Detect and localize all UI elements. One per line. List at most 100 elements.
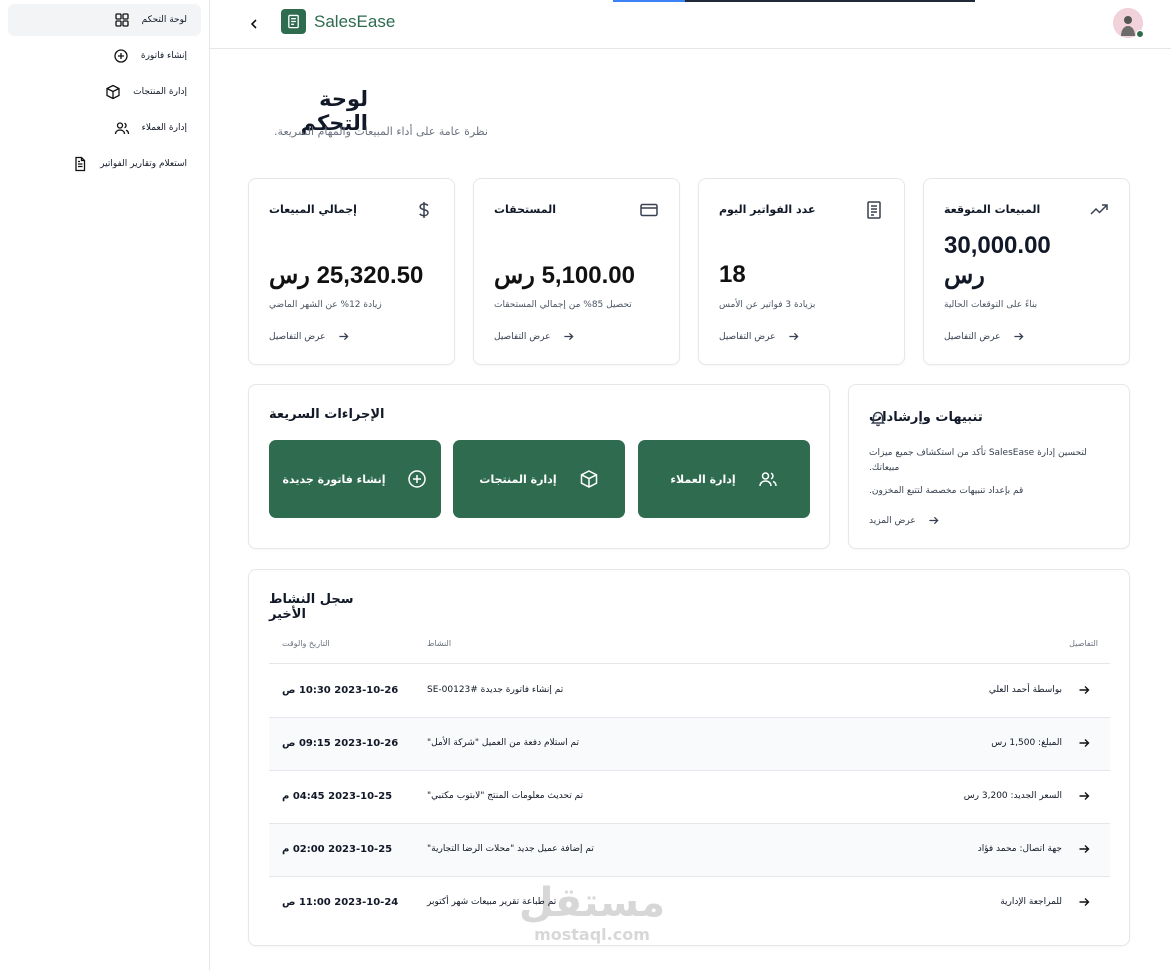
- bell-icon: [870, 411, 886, 427]
- table-row[interactable]: 2023-10-26 10:30 ص تم إنشاء فاتورة جديدة…: [269, 665, 1110, 718]
- column-header-date: التاريخ والوقت: [282, 639, 330, 648]
- users-icon: [758, 472, 777, 487]
- logo-document-icon: [281, 9, 306, 34]
- arrow-right-icon: [788, 332, 799, 341]
- activity-table-header: التاريخ والوقت النشاط التفاصيل: [269, 638, 1110, 664]
- table-row[interactable]: 2023-10-24 11:00 ص تم طباعة تقرير مبيعات…: [269, 877, 1110, 930]
- sidebar-item-products[interactable]: إدارة المنتجات: [8, 76, 201, 108]
- stat-note: بناءً على التوقعات الحالية: [944, 300, 1038, 310]
- table-row[interactable]: 2023-10-26 09:15 ص تم استلام دفعة من الع…: [269, 718, 1110, 771]
- row-activity: تم استلام دفعة من العميل "شركة الأمل": [427, 738, 579, 748]
- stat-card-receivables: المستحقات 5,100.00 رس تحصيل 85% من إجمال…: [473, 178, 680, 365]
- trending-up-icon: [1089, 200, 1109, 220]
- view-details-label: عرض التفاصيل: [494, 331, 551, 342]
- alerts-text-1: لتحسين إدارة SalesEase تأكد من استكشاف ج…: [869, 448, 1087, 458]
- create-invoice-label: إنشاء فاتورة جديدة: [282, 472, 386, 486]
- quick-actions-title: الإجراءات السريعة: [269, 407, 385, 422]
- watermark-subtext: mostaql.com: [534, 925, 650, 944]
- stat-value-number: 30,000.00: [944, 232, 1051, 259]
- top-bar: SalesEase: [210, 0, 1171, 49]
- view-more-link[interactable]: عرض المزيد: [869, 515, 939, 526]
- view-details-label: عرض التفاصيل: [944, 331, 1001, 342]
- row-details: السعر الجديد: 3,200 رس: [963, 791, 1062, 801]
- create-invoice-button[interactable]: إنشاء فاتورة جديدة: [269, 440, 441, 518]
- row-details: للمراجعة الإدارية: [1000, 897, 1062, 907]
- stat-note: بزيادة 3 فواتير عن الأمس: [719, 300, 816, 310]
- stat-title: المبيعات المتوقعة: [944, 203, 1041, 216]
- view-details-link[interactable]: عرض التفاصيل: [494, 331, 574, 342]
- row-details: بواسطة أحمد العلي: [988, 685, 1062, 695]
- alerts-text-2: مبيعاتك.: [869, 463, 900, 473]
- stat-card-invoices-today: عدد الفواتير اليوم 18 بزيادة 3 فواتير عن…: [698, 178, 905, 365]
- main-content: لوحة التحكم نظرة عامة على أداء المبيعات …: [210, 49, 1171, 970]
- chevron-left-icon: [250, 19, 257, 29]
- back-button[interactable]: [242, 12, 266, 36]
- stat-card-expected-sales: المبيعات المتوقعة 30,000.00 رس بناءً على…: [923, 178, 1130, 365]
- stat-value: 25,320.50 رس: [269, 262, 424, 289]
- sidebar-item-create-invoice[interactable]: إنشاء فاتورة: [8, 40, 201, 72]
- arrow-right-icon[interactable]: [1078, 843, 1090, 855]
- table-row[interactable]: 2023-10-25 02:00 م تم إضافة عميل جديد "م…: [269, 824, 1110, 877]
- sidebar-item-reports[interactable]: استعلام وتقارير الفواتير: [8, 148, 201, 180]
- arrow-right-icon: [563, 332, 574, 341]
- view-details-link[interactable]: عرض التفاصيل: [944, 331, 1024, 342]
- sidebar-item-label: إدارة المنتجات: [133, 87, 187, 97]
- row-date: 2023-10-26 09:15 ص: [282, 738, 399, 749]
- sidebar-item-label: إدارة العملاء: [141, 123, 187, 133]
- stat-note: زيادة 12% عن الشهر الماضي: [269, 300, 382, 310]
- stat-value-currency: رس: [944, 262, 985, 289]
- view-details-label: عرض التفاصيل: [269, 331, 326, 342]
- sidebar-item-dashboard[interactable]: لوحة التحكم: [8, 4, 201, 36]
- credit-card-icon: [639, 200, 659, 220]
- brand-logo[interactable]: SalesEase: [281, 9, 395, 34]
- column-header-details: التفاصيل: [1069, 639, 1098, 648]
- arrow-right-icon[interactable]: [1078, 737, 1090, 749]
- arrow-right-icon: [929, 516, 939, 525]
- quick-actions-card: الإجراءات السريعة إنشاء فاتورة جديدة إدا…: [248, 384, 830, 549]
- stat-card-total-sales: إجمالي المبيعات 25,320.50 رس زيادة 12% ع…: [248, 178, 455, 365]
- row-activity: تم إنشاء فاتورة جديدة #SE-00123: [427, 685, 564, 695]
- view-details-link[interactable]: عرض التفاصيل: [719, 331, 799, 342]
- stat-title: عدد الفواتير اليوم: [719, 203, 816, 216]
- stat-note: تحصيل 85% من إجمالي المستحقات: [494, 300, 632, 310]
- arrow-right-icon[interactable]: [1078, 896, 1090, 908]
- manage-products-label: إدارة المنتجات: [479, 472, 557, 486]
- document-icon: [72, 156, 88, 172]
- watermark-text: مستقل: [518, 880, 666, 926]
- plus-circle-icon: [408, 470, 427, 488]
- dollar-icon: [414, 200, 434, 220]
- users-icon: [114, 120, 130, 136]
- sidebar-item-label: لوحة التحكم: [141, 15, 187, 25]
- sidebar-item-label: استعلام وتقارير الفواتير: [100, 159, 187, 169]
- arrow-right-icon[interactable]: [1078, 684, 1090, 696]
- row-date: 2023-10-25 04:45 م: [282, 791, 393, 802]
- table-row[interactable]: 2023-10-25 04:45 م تم تحديث معلومات المن…: [269, 771, 1110, 824]
- row-date: 2023-10-25 02:00 م: [282, 844, 393, 855]
- box-icon: [580, 470, 597, 488]
- sidebar: لوحة التحكم إنشاء فاتورة إدارة المنتجات …: [0, 0, 210, 970]
- arrow-right-icon: [338, 332, 349, 341]
- dashboard-grid-icon: [114, 12, 130, 28]
- stat-title: المستحقات: [494, 203, 556, 216]
- arrow-right-icon: [1013, 332, 1024, 341]
- loading-progress-bar: [613, 0, 975, 2]
- column-header-activity: النشاط: [427, 639, 452, 648]
- plus-circle-icon: [113, 48, 129, 64]
- row-activity: تم إضافة عميل جديد "محلات الرضا التجارية…: [427, 844, 594, 854]
- sidebar-item-customers[interactable]: إدارة العملاء: [8, 112, 201, 144]
- page-subtitle: نظرة عامة على أداء المبيعات والمهام السر…: [274, 125, 488, 138]
- row-activity: تم تحديث معلومات المنتج "لابتوب مكتبي": [427, 791, 584, 801]
- manage-products-button[interactable]: إدارة المنتجات: [453, 440, 625, 518]
- sidebar-item-label: إنشاء فاتورة: [140, 51, 187, 61]
- manage-customers-button[interactable]: إدارة العملاء: [638, 440, 810, 518]
- arrow-right-icon[interactable]: [1078, 790, 1090, 802]
- view-details-label: عرض التفاصيل: [719, 331, 776, 342]
- row-details: جهة اتصال: محمد فؤاد: [977, 844, 1062, 854]
- view-more-label: عرض المزيد: [869, 515, 916, 526]
- stat-title: إجمالي المبيعات: [269, 203, 357, 216]
- row-details: المبلغ: 1,500 رس: [991, 738, 1062, 748]
- row-date: 2023-10-26 10:30 ص: [282, 685, 399, 696]
- alerts-text-3: قم بإعداد تنبيهات مخصصة لتتبع المخزون.: [869, 486, 1024, 496]
- view-details-link[interactable]: عرض التفاصيل: [269, 331, 349, 342]
- alerts-title: تنبيهات وإرشادات: [869, 410, 983, 425]
